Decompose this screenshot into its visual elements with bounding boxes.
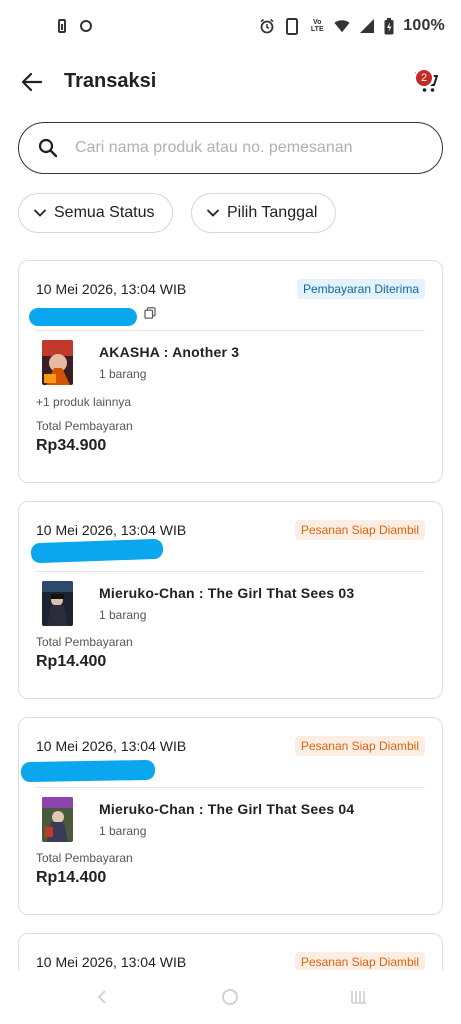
search-icon [37,137,59,159]
order-date: 10 Mei 2026, 13:04 WIB [36,281,187,297]
total-value: Rp14.400 [36,653,107,670]
status-badge: Pesanan Siap Diambil [294,520,425,540]
order-card[interactable]: 10 Mei 2026, 13:04 WIB Pembayaran Diteri… [18,260,443,483]
wifi-icon [334,18,350,34]
battery-icon [384,17,394,34]
divider [36,787,425,788]
filter-bar: Semua Status Pilih Tanggal [18,193,336,233]
order-date: 10 Mei 2026, 13:04 WIB [36,954,187,970]
order-number-redacted [30,538,164,564]
order-number-redacted [20,759,156,783]
status-badge: Pesanan Siap Diambil [294,736,425,756]
total-value: Rp34.900 [36,437,107,454]
signal-icon [359,18,375,34]
more-products: +1 produk lainnya [36,395,132,409]
product-quantity: 1 barang [99,824,147,838]
arrow-left-icon [21,72,43,92]
app-header: Transaksi 2 [0,56,461,110]
total-value: Rp14.400 [36,869,107,886]
status-filter-chip[interactable]: Semua Status [18,193,173,233]
cart-button[interactable]: 2 [411,66,443,98]
cart-count-badge: 2 [414,68,434,88]
phone-icon [284,17,300,35]
lte-label: LTE [310,26,324,33]
total-label: Total Pembayaran [36,635,133,649]
notification-dot-icon [80,20,92,32]
product-quantity: 1 barang [99,608,147,622]
order-card[interactable]: 10 Mei 2026, 13:04 WIB Pesanan Siap Diam… [18,717,443,915]
alarm-icon [259,18,275,34]
page-title: Transaksi [64,70,157,92]
search-bar[interactable] [18,122,443,174]
nav-back-icon [97,990,106,1004]
back-button[interactable] [18,68,46,96]
nav-home-button[interactable] [220,987,240,1007]
product-name: AKASHA : Another 3 [99,344,240,360]
status-filter-label: Semua Status [54,204,155,221]
chevron-down-icon [207,209,219,217]
status-badge: Pesanan Siap Diambil [294,952,425,972]
volte-icon: Vo LTE [309,18,325,34]
order-card[interactable]: 10 Mei 2026, 13:04 WIB Pesanan Siap Diam… [18,501,443,699]
search-input[interactable] [75,139,405,157]
date-filter-label: Pilih Tanggal [227,204,318,221]
product-thumbnail [42,797,73,842]
order-number-redacted [29,308,137,326]
chevron-down-icon [34,209,46,217]
status-bar: Vo LTE 100% [0,0,461,56]
total-label: Total Pembayaran [36,851,133,865]
nav-back-button[interactable] [92,987,112,1007]
status-badge: Pembayaran Diterima [296,279,425,299]
divider [36,330,425,331]
order-date: 10 Mei 2026, 13:04 WIB [36,522,187,538]
date-filter-chip[interactable]: Pilih Tanggal [191,193,336,233]
nav-home-icon [222,989,238,1005]
volte-label: Vo [313,19,322,26]
battery-percent: 100% [403,17,445,34]
product-quantity: 1 barang [99,367,147,381]
product-thumbnail [42,581,73,626]
nav-recents-button[interactable] [349,987,369,1007]
product-name: Mieruko-Chan : The Girl That Sees 03 [99,585,355,601]
nav-recents-icon [351,991,366,1004]
system-nav-bar [0,970,461,1024]
copy-icon[interactable] [144,307,156,319]
product-thumbnail [42,340,73,385]
divider [36,571,425,572]
product-name: Mieruko-Chan : The Girl That Sees 04 [99,801,355,817]
total-label: Total Pembayaran [36,419,133,433]
order-date: 10 Mei 2026, 13:04 WIB [36,738,187,754]
battery-saver-icon [58,19,66,33]
